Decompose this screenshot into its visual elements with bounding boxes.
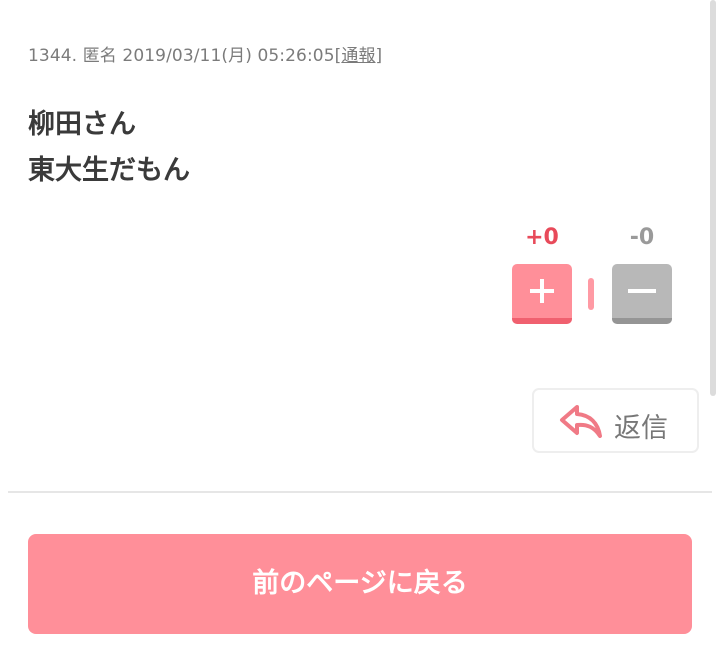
post-number: 1344.: [28, 46, 78, 66]
post-body: 柳田さん 東大生だもん: [28, 102, 190, 194]
plus-vote-count: +0: [525, 225, 559, 250]
divider: [8, 491, 712, 493]
report-bracket-close: ]: [375, 46, 383, 66]
plus-icon: [530, 279, 554, 303]
report-link[interactable]: 通報: [341, 46, 375, 66]
vote-ratio-bar: [588, 278, 594, 310]
minus-icon: [628, 289, 656, 293]
post-author: 匿名: [82, 46, 117, 66]
plus-vote-button[interactable]: [512, 264, 572, 324]
minus-vote-count: -0: [629, 225, 655, 250]
post-body-line: 東大生だもん: [28, 155, 190, 186]
back-to-previous-page-button[interactable]: 前のページに戻る: [28, 534, 692, 634]
minus-vote-button[interactable]: [612, 264, 672, 324]
scrollbar[interactable]: [710, 0, 716, 396]
post-meta: 1344. 匿名 2019/03/11(月) 05:26:05[通報]: [28, 41, 382, 66]
comment-page: 1344. 匿名 2019/03/11(月) 05:26:05[通報] 柳田さん…: [0, 0, 720, 671]
reply-label: 返信: [614, 413, 668, 444]
post-body-line: 柳田さん: [28, 109, 136, 140]
post-datetime: 2019/03/11(月) 05:26:05: [122, 46, 335, 66]
reply-button[interactable]: 返信: [532, 388, 699, 453]
reply-arrow-icon: [560, 405, 602, 438]
